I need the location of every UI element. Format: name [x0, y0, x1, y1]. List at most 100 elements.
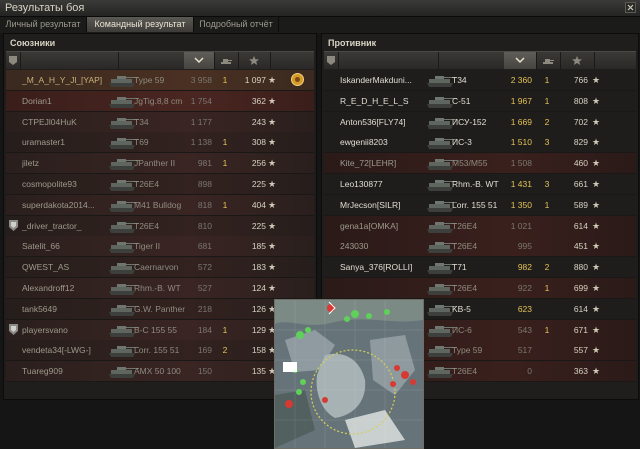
table-row[interactable]: playersvano B-C 155 55 184 1 129 ★	[6, 319, 314, 341]
tank-name: T34	[452, 75, 467, 85]
col-squad[interactable]	[324, 52, 339, 69]
table-row[interactable]: Satelit_66 Tiger II 681 185 ★	[6, 236, 314, 258]
star-icon: ★	[268, 137, 277, 148]
star-icon: ★	[268, 158, 277, 169]
table-row[interactable]: uramaster1 T69 1 138 1 308 ★	[6, 132, 314, 154]
table-row[interactable]: Kite_72[LEHR] M53/M55 1 508 460 ★	[324, 153, 636, 175]
medal-icon[interactable]	[290, 72, 305, 87]
col-player[interactable]	[20, 52, 119, 69]
star-icon: ★	[268, 95, 277, 106]
table-row[interactable]: 243030 T26E4 995 451 ★	[324, 236, 636, 258]
tab-personal-result[interactable]: Личный результат	[0, 17, 87, 32]
xp-value: 451	[573, 241, 588, 252]
table-row[interactable]: R_E_D_H_E_L_S C-51 1 967 1 808 ★	[324, 90, 636, 112]
damage-value: 3 958	[190, 75, 212, 85]
table-row[interactable]: QWEST_AS Caernarvon 572 183 ★	[6, 257, 314, 279]
tank-name: T26E4	[452, 241, 478, 252]
table-row[interactable]: MrJecson[SILR] Lorr. 155 51 1 350 1 589 ★	[324, 194, 636, 216]
chevron-down-icon	[194, 57, 204, 64]
minimap[interactable]	[274, 299, 424, 449]
tank-name: KB-5	[452, 303, 471, 314]
xp-value: 243	[251, 116, 266, 127]
xp-value: 829	[573, 137, 588, 148]
table-row[interactable]: vendeta34[-LWG-] Lorr. 155 51 169 2 158 ★	[6, 340, 314, 362]
table-row[interactable]: jiletz JPanther II 981 1 256 ★	[6, 153, 314, 175]
col-squad[interactable]	[6, 52, 21, 69]
damage-value: 898	[197, 179, 212, 189]
xp-value: 766	[573, 75, 588, 85]
col-damage[interactable]	[184, 52, 215, 69]
kills-value: 1	[544, 199, 550, 210]
kills-value: 1	[222, 75, 228, 85]
damage-value: 818	[197, 199, 212, 210]
xp-value: 185	[251, 241, 266, 252]
star-icon: ★	[268, 179, 277, 189]
table-row[interactable]: Sanya_376[ROLLI] T71 982 2 880 ★	[324, 257, 636, 279]
table-row[interactable]: _M_A_H_Y_Jl_[YAP] Type 59 3 958 1 1 097 ★	[6, 70, 314, 91]
star-icon: ★	[268, 241, 277, 252]
xp-value: 183	[251, 262, 266, 273]
table-row[interactable]: CTPEJl04HuK T34 1 177 243 ★	[6, 111, 314, 133]
xp-value: 699	[573, 283, 588, 293]
xp-value: 129	[251, 324, 266, 335]
xp-value: 158	[251, 345, 266, 356]
col-medals[interactable]	[270, 52, 314, 69]
star-icon: ★	[592, 262, 601, 273]
tab-team-result[interactable]: Командный результат	[87, 17, 194, 32]
xp-value: 614	[573, 220, 588, 231]
table-row[interactable]: Anton536[FLY74] ИСУ-152 1 669 2 702 ★	[324, 111, 636, 133]
tank-name: M53/M55	[452, 158, 488, 169]
table-row[interactable]: tank5649 G.W. Panther 218 126 ★	[6, 298, 314, 320]
table-row[interactable]: IskanderMakduni... T34 2 360 1 766 ★	[324, 70, 636, 91]
close-icon[interactable]	[625, 2, 636, 13]
table-row[interactable]: cosmopolite93 T26E4 898 225 ★	[6, 174, 314, 195]
chevron-down-icon	[515, 57, 525, 64]
tank-name: Rhm.-B. WT	[452, 179, 499, 189]
window-title: Результаты боя	[5, 2, 85, 14]
table-row[interactable]: gena1a[OMKA] T26E4 1 021 614 ★	[324, 215, 636, 237]
table-row[interactable]: superdakota2014... M41 Bulldog 818 1 404 ★	[6, 194, 314, 216]
kills-value: 1	[544, 75, 550, 85]
star-icon: ★	[592, 158, 601, 169]
table-row[interactable]: ewgenii8203 ИС-3 1 510 3 829 ★	[324, 132, 636, 154]
kills-value: 1	[544, 95, 550, 106]
col-medals[interactable]	[594, 52, 636, 69]
damage-value: 681	[197, 241, 212, 252]
xp-value: 126	[251, 303, 266, 314]
tank-name: C-51	[452, 95, 471, 106]
tab-detailed-report[interactable]: Подробный отчёт	[194, 17, 279, 32]
col-xp[interactable]	[560, 52, 595, 69]
col-kills[interactable]	[214, 52, 239, 69]
damage-value: 1 754	[190, 95, 212, 106]
damage-value: 184	[197, 324, 212, 335]
table-row[interactable]: Dorian1 JgTig.8,8 cm 1 754 362 ★	[6, 90, 314, 112]
tank-name: T26E4	[452, 220, 478, 231]
tab-label: Личный результат	[5, 19, 81, 29]
damage-value: 1 669	[510, 116, 532, 127]
col-tank[interactable]	[438, 52, 505, 69]
damage-value: 1 508	[510, 158, 532, 169]
xp-value: 460	[573, 158, 588, 169]
squad-icon	[9, 56, 17, 65]
col-xp[interactable]	[238, 52, 271, 69]
star-icon	[572, 56, 582, 65]
col-damage[interactable]	[504, 52, 537, 69]
col-tank[interactable]	[118, 52, 185, 69]
kills-value: 2	[544, 262, 550, 273]
table-row[interactable]: _driver_tractor_ T26E4 810 225 ★	[6, 215, 314, 237]
star-icon: ★	[268, 116, 277, 127]
col-kills[interactable]	[536, 52, 561, 69]
tank-kills-icon	[221, 59, 232, 64]
table-row[interactable]: Leo130877 Rhm.-B. WT 1 431 3 661 ★	[324, 174, 636, 195]
table-row[interactable]: Tuareg909 AMX 50 100 150 135 ★	[6, 361, 314, 383]
star-icon: ★	[592, 95, 601, 106]
star-icon: ★	[592, 137, 601, 148]
table-row[interactable]: Alexandroff12 Rhm.-B. WT 527 124 ★	[6, 278, 314, 299]
star-icon: ★	[268, 220, 277, 231]
kills-value: 1	[544, 324, 550, 335]
table-row[interactable]: T26E4 922 1 699 ★	[324, 278, 636, 299]
enemies-title: Противник	[328, 38, 377, 48]
tank-name: Type 59	[452, 345, 483, 356]
col-player[interactable]	[338, 52, 439, 69]
kills-value: 1	[222, 199, 228, 210]
